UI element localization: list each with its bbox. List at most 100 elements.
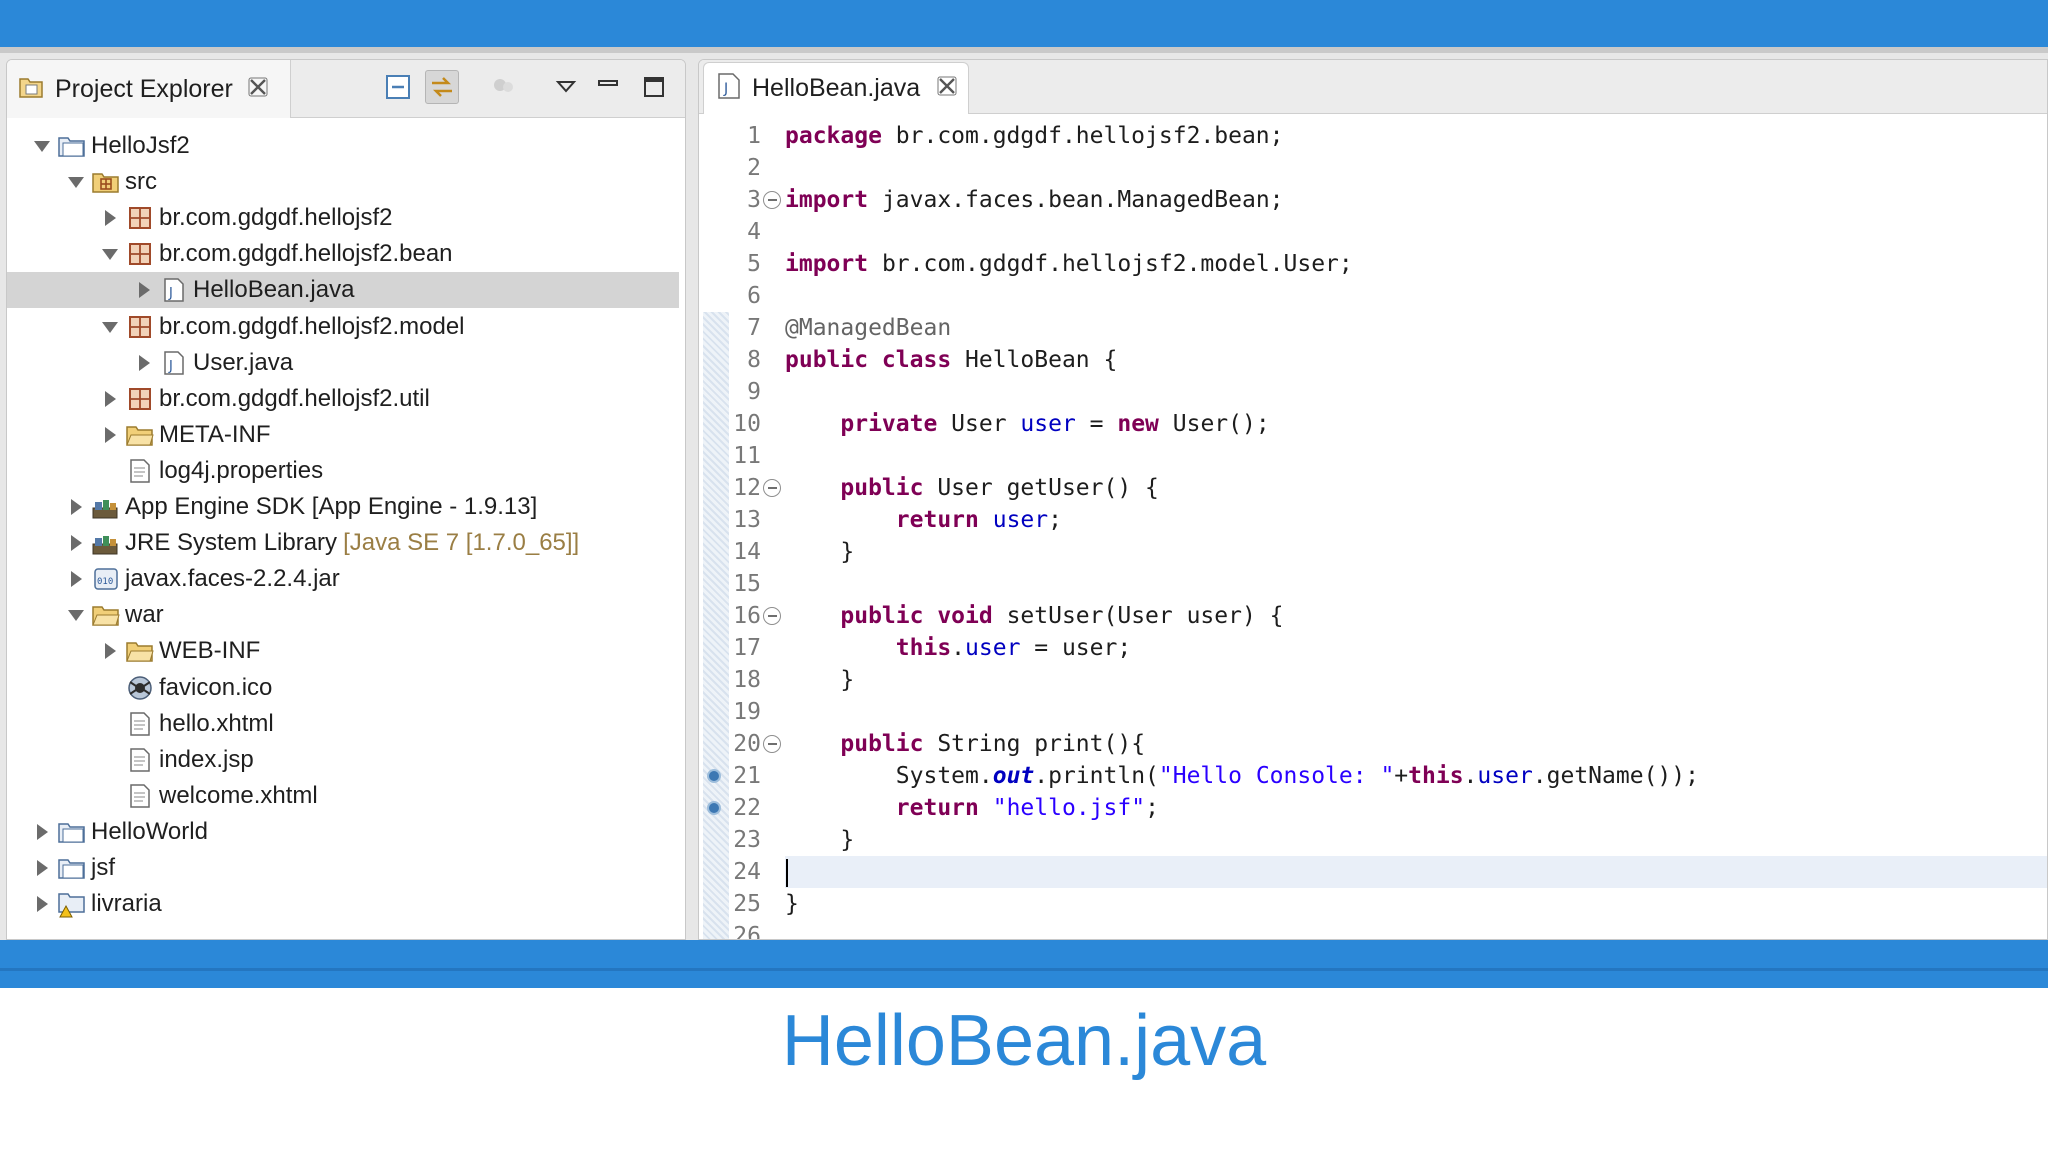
tree-item[interactable]: welcome.xhtml [7, 778, 679, 814]
fold-collapse-icon[interactable] [763, 479, 781, 497]
collapsed-arrow-icon[interactable] [133, 279, 155, 301]
tree-item[interactable]: favicon.ico [7, 670, 679, 706]
collapse-all-icon[interactable] [381, 70, 415, 104]
code-line[interactable]: } [785, 536, 2047, 568]
text-file-icon [125, 746, 155, 774]
code-line[interactable] [785, 376, 2047, 408]
fold-collapse-icon[interactable] [763, 607, 781, 625]
expanded-arrow-icon[interactable] [99, 316, 121, 338]
tree-item-label: welcome.xhtml [159, 781, 318, 809]
code-line[interactable]: import javax.faces.bean.ManagedBean; [785, 184, 2047, 216]
java-file-icon: J [716, 72, 742, 105]
package-icon [125, 385, 155, 413]
code-line[interactable]: package br.com.gdgdf.hellojsf2.bean; [785, 120, 2047, 152]
tree-item[interactable]: JRE System Library [Java SE 7 [1.7.0_65]] [7, 525, 679, 561]
code-line[interactable] [785, 216, 2047, 248]
tree-item[interactable]: log4j.properties [7, 453, 679, 489]
tree-item[interactable]: HelloWorld [7, 814, 679, 850]
collapsed-arrow-icon[interactable] [65, 496, 87, 518]
tree-item[interactable]: J User.java [7, 345, 679, 381]
code-line[interactable]: public void setUser(User user) { [785, 600, 2047, 632]
code-line[interactable] [785, 280, 2047, 312]
code-line[interactable] [785, 152, 2047, 184]
line-number: 15 [733, 571, 761, 597]
code-line[interactable]: this.user = user; [785, 632, 2047, 664]
code-line[interactable]: return user; [785, 504, 2047, 536]
close-tab-icon[interactable] [247, 76, 269, 103]
project-explorer-view: Project Explorer HelloJsf2 src br.com.gd… [6, 59, 686, 940]
tree-item-label: hello.xhtml [159, 709, 274, 737]
code-line[interactable]: @ManagedBean [785, 312, 2047, 344]
collapsed-arrow-icon[interactable] [65, 568, 87, 590]
code-line[interactable]: return "hello.jsf"; [785, 792, 2047, 824]
collapsed-arrow-icon[interactable] [65, 532, 87, 554]
collapsed-arrow-icon[interactable] [31, 821, 53, 843]
tree-item[interactable]: META-INF [7, 417, 679, 453]
tree-item-label: META-INF [159, 420, 271, 448]
tree-item[interactable]: jsf [7, 850, 679, 886]
code-line[interactable]: } [785, 824, 2047, 856]
tree-item[interactable]: br.com.gdgdf.hellojsf2.model [7, 309, 679, 345]
library-icon [91, 529, 121, 557]
link-with-editor-icon[interactable] [425, 70, 459, 104]
tree-item[interactable]: 010 javax.faces-2.2.4.jar [7, 561, 679, 597]
code-line[interactable]: public String print(){ [785, 728, 2047, 760]
line-number: 6 [747, 283, 761, 309]
line-number: 3 [747, 187, 761, 213]
tree-item[interactable]: br.com.gdgdf.hellojsf2.bean [7, 236, 679, 272]
code-line[interactable]: System.out.println("Hello Console: "+thi… [785, 760, 2047, 792]
line-number-gutter: 1 2 3 4 5 6 7 8 9 10 11 12 13 14 15 16 17 18 19 20 21 22 23 24 2… [707, 120, 785, 939]
collapsed-arrow-icon[interactable] [99, 388, 121, 410]
tree-item[interactable]: livraria [7, 886, 679, 922]
code-line[interactable] [785, 856, 2047, 888]
tree-item-label: javax.faces-2.2.4.jar [125, 565, 340, 593]
code-line[interactable]: } [785, 664, 2047, 696]
tree-item[interactable]: J HelloBean.java [7, 272, 679, 309]
code-line[interactable]: private User user = new User(); [785, 408, 2047, 440]
collapsed-arrow-icon[interactable] [99, 424, 121, 446]
expanded-arrow-icon[interactable] [99, 243, 121, 265]
tree-item[interactable]: index.jsp [7, 742, 679, 778]
collapsed-arrow-icon[interactable] [99, 207, 121, 229]
collapsed-arrow-icon[interactable] [133, 352, 155, 374]
view-menu-icon[interactable] [549, 70, 583, 104]
package-icon [125, 240, 155, 268]
filter-icon[interactable] [487, 70, 521, 104]
collapsed-arrow-icon[interactable] [99, 640, 121, 662]
tree-item[interactable]: br.com.gdgdf.hellojsf2 [7, 200, 679, 236]
code-line[interactable]: public User getUser() { [785, 472, 2047, 504]
tree-item-label: JRE System Library [125, 529, 338, 557]
fold-collapse-icon[interactable] [763, 735, 781, 753]
tab-project-explorer[interactable]: Project Explorer [7, 60, 291, 118]
code-line[interactable] [785, 440, 2047, 472]
project-icon [57, 132, 87, 160]
collapsed-arrow-icon[interactable] [31, 893, 53, 915]
code-line[interactable] [785, 920, 2047, 939]
tree-item[interactable]: WEB-INF [7, 633, 679, 669]
code-line[interactable]: import br.com.gdgdf.hellojsf2.model.User… [785, 248, 2047, 280]
collapsed-arrow-icon[interactable] [31, 857, 53, 879]
tree-item[interactable]: hello.xhtml [7, 706, 679, 742]
slide-caption: HelloBean.java [781, 1001, 1267, 1081]
close-tab-icon[interactable] [936, 75, 958, 102]
quick-diff-ruler [703, 312, 729, 939]
tree-item[interactable]: src [7, 164, 679, 200]
code-line[interactable]: } [785, 888, 2047, 920]
tree-item[interactable]: war [7, 597, 679, 633]
code-line[interactable] [785, 696, 2047, 728]
maximize-icon[interactable] [637, 70, 671, 104]
expanded-arrow-icon[interactable] [65, 604, 87, 626]
expanded-arrow-icon[interactable] [31, 135, 53, 157]
line-number: 13 [733, 507, 761, 533]
code-line[interactable]: public class HelloBean { [785, 344, 2047, 376]
fold-collapse-icon[interactable] [763, 191, 781, 209]
tree-item[interactable]: br.com.gdgdf.hellojsf2.util [7, 381, 679, 417]
line-number: 11 [733, 443, 761, 469]
code-line[interactable] [785, 568, 2047, 600]
tree-item[interactable]: App Engine SDK [App Engine - 1.9.13] [7, 489, 679, 525]
line-number: 23 [733, 827, 761, 853]
tree-item[interactable]: HelloJsf2 [7, 128, 679, 164]
expanded-arrow-icon[interactable] [65, 171, 87, 193]
tab-hellobean-java[interactable]: J HelloBean.java [703, 62, 969, 114]
minimize-icon[interactable] [591, 70, 625, 104]
